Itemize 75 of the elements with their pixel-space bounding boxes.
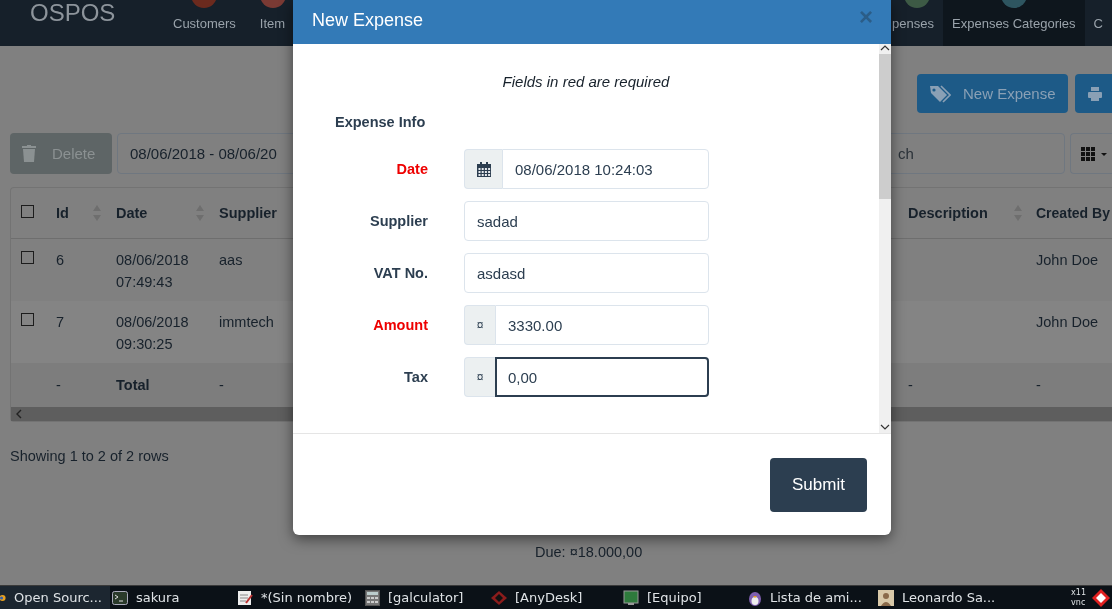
input-field[interactable]: 3330.00 — [495, 305, 709, 345]
scroll-down-icon[interactable] — [880, 423, 890, 431]
column-header[interactable]: Created By — [1036, 205, 1110, 221]
field-label: Tax — [403, 369, 428, 385]
table-cell-text: 08/06/2018 09:30:25 — [116, 313, 190, 354]
columns-button[interactable] — [1070, 133, 1112, 174]
field-label: Date — [395, 161, 428, 177]
input-field[interactable]: asdasd — [464, 253, 709, 293]
trash-icon — [22, 145, 36, 162]
taskbar-item[interactable]: [Equipo] — [621, 586, 746, 609]
submit-button[interactable]: Submit — [770, 458, 867, 512]
terminal-icon — [112, 590, 128, 605]
currency-addon: ¤ — [464, 305, 495, 345]
table-cell: - — [219, 377, 224, 393]
table-cell-text: 08/06/2018 07:49:43 — [116, 251, 190, 292]
table-cell: - — [908, 377, 913, 393]
tray-label: vnc — [1071, 597, 1086, 608]
scroll-left-icon[interactable] — [15, 409, 23, 419]
tag-icon — [929, 84, 951, 103]
nav-item[interactable]: Item — [250, 0, 295, 46]
taskbar-item[interactable]: *(Sin nombre) — [235, 586, 363, 609]
nav-item[interactable]: Customers — [164, 0, 245, 46]
notepad-icon — [237, 589, 253, 606]
avatar-icon — [878, 589, 894, 606]
vertical-scrollbar[interactable] — [879, 44, 891, 433]
calendar-icon — [476, 161, 491, 177]
nav-item[interactable]: C — [1084, 0, 1112, 46]
grid-icon — [1081, 146, 1107, 161]
field-label: Supplier — [369, 213, 428, 229]
row-checkbox[interactable] — [21, 251, 34, 264]
table-cell: - — [56, 377, 61, 393]
currency-addon: ¤ — [464, 357, 495, 397]
taskbar-item[interactable]: Open Sourc... — [0, 586, 110, 609]
taskbar-item[interactable]: [galculator] — [363, 586, 489, 609]
input-field[interactable]: sadad — [464, 201, 709, 241]
due-total: Due: ¤18.000,00 — [535, 544, 644, 560]
scroll-up-icon[interactable] — [880, 44, 890, 52]
taskbar-item[interactable]: Leonardo Sa... — [876, 586, 1015, 609]
column-header[interactable]: Description — [908, 205, 988, 221]
column-header[interactable]: Supplier — [219, 205, 277, 221]
dialog-title: New Expense — [312, 9, 424, 31]
print-button[interactable] — [1075, 74, 1112, 113]
column-header[interactable]: Date — [116, 205, 148, 221]
monitor-icon — [623, 589, 639, 606]
taskbar-item[interactable]: Lista de ami... — [746, 586, 876, 609]
table-cell: 6 — [56, 252, 65, 268]
calendar-addon[interactable] — [464, 149, 502, 189]
table-cell: immtech — [219, 314, 274, 330]
diamond-icon[interactable] — [1092, 587, 1110, 608]
select-all-checkbox[interactable] — [21, 204, 34, 218]
tray-label: x11 — [1071, 587, 1086, 598]
column-header[interactable]: Id — [56, 205, 69, 221]
taskbar-item[interactable]: [AnyDesk] — [489, 586, 621, 609]
required-note: Fields in red are required — [501, 73, 671, 90]
table-cell: John Doe — [1036, 252, 1099, 268]
nav-item[interactable]: Expenses Categories — [943, 0, 1085, 46]
row-checkbox[interactable] — [21, 313, 34, 326]
pagination-text: Showing 1 to 2 of 2 rows — [10, 448, 170, 464]
section-heading: Expense Info — [335, 114, 426, 130]
table-cell-text: Total — [116, 376, 151, 395]
penguin-icon — [748, 589, 762, 606]
field-label: Amount — [372, 317, 428, 333]
calculator-icon — [365, 589, 380, 606]
diamond-icon — [491, 590, 507, 605]
table-cell: aas — [219, 252, 243, 268]
nav-item[interactable]: penses — [890, 0, 944, 46]
input-field[interactable]: 0,00 — [495, 357, 709, 397]
field-label: VAT No. — [372, 265, 428, 281]
taskbar-item[interactable]: sakura — [110, 586, 235, 609]
input-field[interactable]: 08/06/2018 10:24:03 — [502, 149, 709, 189]
table-cell: 7 — [56, 314, 65, 330]
table-cell: - — [1036, 377, 1041, 393]
print-icon — [1087, 85, 1103, 102]
app-logo[interactable]: OSPOS — [30, 0, 164, 28]
table-cell: John Doe — [1036, 314, 1099, 330]
